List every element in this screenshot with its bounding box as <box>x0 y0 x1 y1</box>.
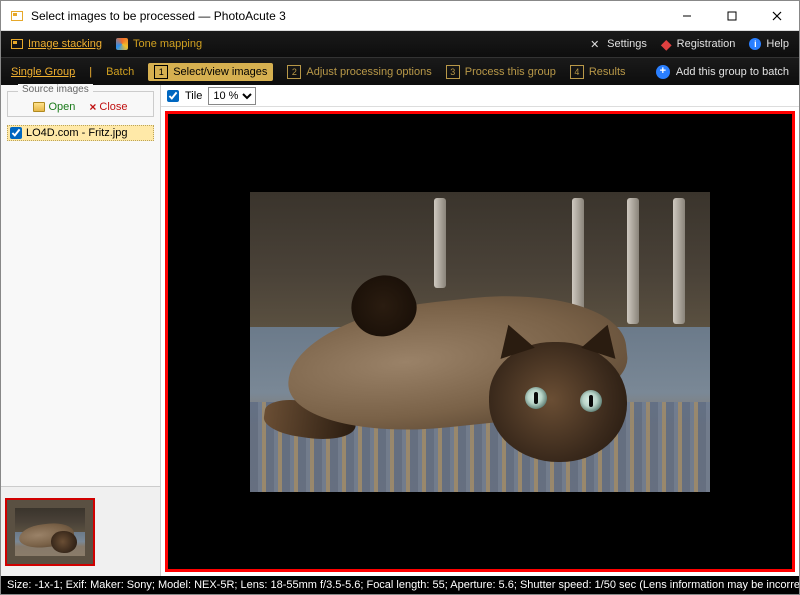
tile-checkbox[interactable] <box>167 90 179 102</box>
close-label: Close <box>99 101 127 113</box>
list-item[interactable]: LO4D.com - Fritz.jpg <box>7 125 154 141</box>
mode-single-group[interactable]: Single Group <box>11 66 75 78</box>
file-list: LO4D.com - Fritz.jpg <box>7 125 154 141</box>
open-button[interactable]: Open <box>33 100 75 114</box>
file-name: LO4D.com - Fritz.jpg <box>26 127 127 139</box>
step-1-select-view[interactable]: 1 Select/view images <box>148 63 273 81</box>
step-2-number: 2 <box>287 65 301 79</box>
plus-icon: + <box>656 65 670 79</box>
wrench-icon: ✕ <box>590 38 602 50</box>
image-stacking-icon <box>11 39 23 49</box>
window-title: Select images to be processed — PhotoAcu… <box>31 9 664 23</box>
tone-mapping-label: Tone mapping <box>133 38 202 50</box>
diamond-icon: ◆ <box>661 37 672 51</box>
status-bar: Size: -1x-1; Exif: Maker: Sony; Model: N… <box>1 576 799 594</box>
step-4-label: Results <box>589 66 626 78</box>
step-1-label: Select/view images <box>173 66 267 78</box>
thumbnail[interactable] <box>5 498 95 566</box>
help-link[interactable]: i Help <box>749 38 789 50</box>
step-3-process-group[interactable]: 3 Process this group <box>446 65 556 79</box>
step-2-label: Adjust processing options <box>306 66 431 78</box>
image-stacking-label: Image stacking <box>28 38 102 50</box>
main-toolbar: Image stacking Tone mapping ✕ Settings ◆… <box>1 31 799 57</box>
sidebar: Source images Open × Close LO4D.com - Fr… <box>1 85 161 576</box>
tile-label: Tile <box>185 90 202 102</box>
add-batch-label: Add this group to batch <box>676 66 789 78</box>
folder-open-icon <box>33 102 45 112</box>
help-label: Help <box>766 38 789 50</box>
mode-batch[interactable]: Batch <box>106 66 134 78</box>
window-controls <box>664 1 799 31</box>
source-images-legend: Source images <box>18 84 93 95</box>
app-icon <box>9 8 25 24</box>
open-label: Open <box>48 101 75 113</box>
tile-zoom-select[interactable]: 10 % <box>208 87 256 105</box>
add-group-to-batch[interactable]: + Add this group to batch <box>656 65 789 79</box>
step-4-results[interactable]: 4 Results <box>570 65 626 79</box>
step-3-number: 3 <box>446 65 460 79</box>
close-x-icon: × <box>89 100 96 114</box>
registration-label: Registration <box>677 38 736 50</box>
minimize-button[interactable] <box>664 1 709 31</box>
image-stacking-tab[interactable]: Image stacking <box>11 38 102 50</box>
main-area: Source images Open × Close LO4D.com - Fr… <box>1 85 799 576</box>
close-file-button[interactable]: × Close <box>89 100 127 114</box>
maximize-button[interactable] <box>709 1 754 31</box>
close-button[interactable] <box>754 1 799 31</box>
tone-mapping-tab[interactable]: Tone mapping <box>116 38 202 50</box>
registration-link[interactable]: ◆ Registration <box>661 37 735 51</box>
preview-wrapper <box>161 107 799 576</box>
content-area: Tile 10 % <box>161 85 799 576</box>
help-icon: i <box>749 38 761 50</box>
tone-mapping-icon <box>116 38 128 50</box>
thumbnail-strip <box>1 486 160 576</box>
file-checkbox[interactable] <box>10 127 22 139</box>
preview-image[interactable] <box>250 192 710 492</box>
step-3-label: Process this group <box>465 66 556 78</box>
tile-controls: Tile 10 % <box>161 85 799 107</box>
step-2-adjust-options[interactable]: 2 Adjust processing options <box>287 65 431 79</box>
source-images-group: Source images Open × Close <box>7 91 154 117</box>
preview-frame <box>165 111 795 572</box>
title-bar: Select images to be processed — PhotoAcu… <box>1 1 799 31</box>
step-4-number: 4 <box>570 65 584 79</box>
settings-label: Settings <box>607 38 647 50</box>
mode-separator: | <box>89 66 92 78</box>
status-text: Size: -1x-1; Exif: Maker: Sony; Model: N… <box>7 579 799 591</box>
steps-row: Single Group | Batch 1 Select/view image… <box>1 57 799 85</box>
step-1-number: 1 <box>154 65 168 79</box>
settings-link[interactable]: ✕ Settings <box>590 38 647 50</box>
